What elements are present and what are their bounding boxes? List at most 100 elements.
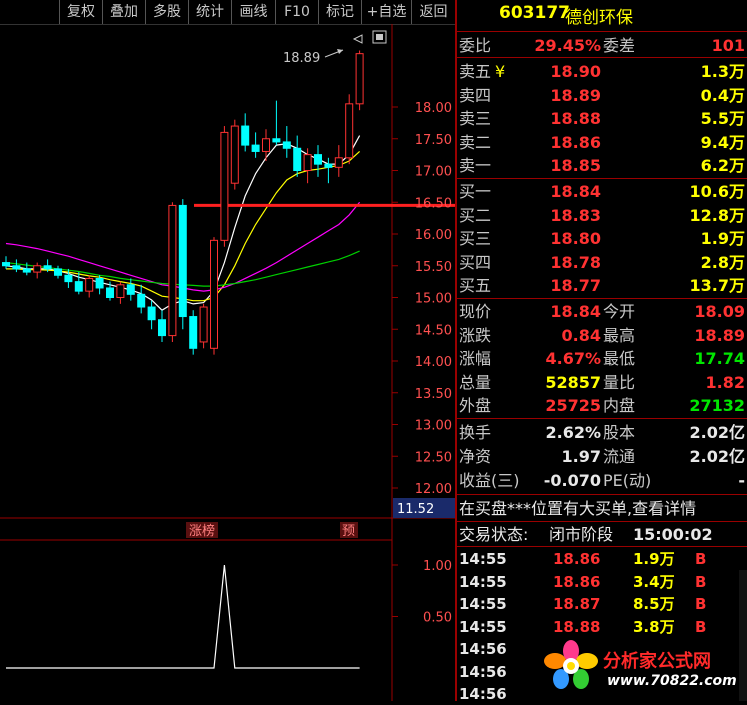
bid-row: 买三 18.80 1.9万: [457, 227, 747, 250]
quote-value: 0.84: [561, 325, 601, 345]
ask-row: 卖五 ¥18.90 1.3万: [457, 60, 747, 83]
candle-body: [314, 154, 322, 165]
high-price-label: 18.89: [283, 51, 320, 66]
draw-line-button[interactable]: 画线: [232, 0, 276, 24]
candle-body: [74, 281, 83, 292]
price-axis: 18.00 17.50 17.00 16.50 16.00 15.50 15.00 14.50…: [392, 101, 452, 497]
candle-body: [147, 306, 156, 321]
quote-value-2: 27132: [689, 396, 745, 415]
indicator-axis-label: 1.00: [423, 559, 452, 574]
toolbar-blank: [0, 0, 60, 24]
ask-price: 18.88: [550, 109, 601, 128]
price-axis-label: 14.50: [415, 323, 452, 338]
candle-body: [282, 141, 291, 149]
mark-button[interactable]: 标记: [319, 0, 362, 24]
tick-time: 14:55: [459, 572, 507, 591]
candle-body: [64, 274, 73, 283]
add-watchlist-button[interactable]: +自选: [362, 0, 412, 24]
bid-label: 买二: [459, 205, 492, 225]
price-axis-label: 17.50: [415, 133, 452, 148]
candle-body: [189, 316, 198, 349]
ask-price: 18.86: [550, 132, 601, 152]
quote-value-2: 18.09: [694, 302, 745, 321]
trade-status-value: 闭市阶段: [549, 525, 614, 544]
tick-volume: 3.8万: [633, 617, 675, 636]
statistics-button[interactable]: 统计: [189, 0, 232, 24]
candle-body: [106, 287, 114, 299]
candle-body: [262, 138, 270, 152]
tick-row[interactable]: 14:55 18.86 1.9万 B: [457, 548, 747, 570]
candle-body: [158, 319, 166, 337]
tick-price: 18.87: [553, 595, 601, 613]
watermark-url: www.70822.com: [607, 673, 737, 689]
tick-time: 14:56: [459, 640, 507, 658]
price-axis-label: 16.00: [415, 228, 452, 243]
quote-value: 4.67%: [545, 349, 601, 368]
price-axis-label: 16.50: [415, 196, 452, 211]
tick-price: 18.86: [553, 572, 601, 591]
stock-name: 德创环保: [565, 8, 633, 28]
ask-label: 卖三: [459, 109, 492, 128]
divider: [457, 178, 747, 179]
trade-status-label: 交易状态:: [459, 525, 529, 544]
finance-value: -0.070: [543, 471, 601, 490]
price-axis-label: 12.00: [415, 482, 452, 497]
candle-body: [54, 268, 62, 276]
candle-body: [355, 53, 364, 105]
bid-row: 买一 18.84 10.6万: [457, 180, 747, 203]
kline-chart-area[interactable]: 18.00 17.50 17.00 16.50 16.00 15.50 15.00 14.50…: [0, 24, 700, 701]
candle-body: [220, 131, 229, 241]
restore-rights-button[interactable]: 复权: [60, 0, 103, 24]
candle-body: [22, 268, 31, 273]
candle-body: [303, 154, 312, 171]
candle-body: [43, 265, 52, 270]
weicha-label: 委差: [603, 36, 636, 55]
candle-body: [230, 125, 239, 184]
finance-row: 净资 1.97 流通 2.02亿: [457, 445, 747, 468]
overlay-button[interactable]: 叠加: [103, 0, 146, 24]
f10-button[interactable]: F10: [276, 0, 319, 24]
candle-body: [137, 293, 146, 308]
quote-value: 18.84: [550, 302, 601, 321]
tick-time: 14:55: [459, 617, 507, 636]
big-order-notice[interactable]: 在买盘***位置有大买单,查看详情: [457, 497, 747, 520]
tick-price: 18.86: [553, 550, 601, 568]
quote-label-2: 最高: [603, 325, 636, 345]
finance-label-2: PE(动): [603, 471, 652, 490]
candle-body: [334, 157, 343, 168]
weibi-label: 委比: [459, 36, 492, 55]
multi-stock-button[interactable]: 多股: [146, 0, 189, 24]
tick-time: 14:56: [459, 662, 507, 681]
chart-collapse-icon[interactable]: [352, 34, 363, 44]
price-axis-label: 13.00: [415, 419, 452, 434]
candle-body: [12, 265, 21, 270]
finance-row: 换手 2.62% 股本 2.02亿: [457, 421, 747, 444]
stock-code: 603177: [499, 3, 570, 23]
finance-label-2: 流通: [603, 447, 636, 466]
candle-body: [95, 277, 104, 289]
candles: [2, 50, 364, 355]
ask-price: 18.89: [550, 85, 601, 105]
ask-volume: 9.4万: [700, 132, 745, 152]
trade-status-row: 交易状态: 闭市阶段 15:00:02: [457, 523, 747, 546]
bid-volume: 10.6万: [689, 182, 745, 201]
tick-row[interactable]: 14:55 18.86 3.4万 B: [457, 571, 747, 593]
quote-label: 涨幅: [459, 349, 492, 368]
quote-row: 总量 52857 量比 1.82: [457, 371, 747, 394]
ask-price: 18.85: [550, 156, 601, 175]
divider: [457, 494, 747, 495]
ask-row: 卖一 18.85 6.2万: [457, 154, 747, 177]
kline-chart-svg[interactable]: 18.00 17.50 17.00 16.50 16.00 15.50 15.00 14.50…: [0, 24, 700, 701]
tick-side: B: [695, 617, 707, 636]
candle-body: [324, 163, 333, 168]
chart-window-icon[interactable]: [372, 30, 387, 44]
tick-row[interactable]: 14:55 18.87 8.5万 B: [457, 593, 747, 615]
chart-toolbar: 复权 叠加 多股 统计 画线 F10 标记 +自选 返回: [0, 0, 456, 25]
back-button[interactable]: 返回: [412, 0, 455, 24]
candle-body: [116, 284, 125, 298]
quote-label-2: 今开: [603, 302, 636, 321]
big-order-notice-text[interactable]: 在买盘***位置有大买单,查看详情: [459, 497, 696, 520]
quote-row: 涨幅 4.67% 最低 17.74: [457, 347, 747, 370]
ask-label: 卖二: [459, 132, 492, 152]
tick-row[interactable]: 14:55 18.88 3.8万 B: [457, 616, 747, 638]
